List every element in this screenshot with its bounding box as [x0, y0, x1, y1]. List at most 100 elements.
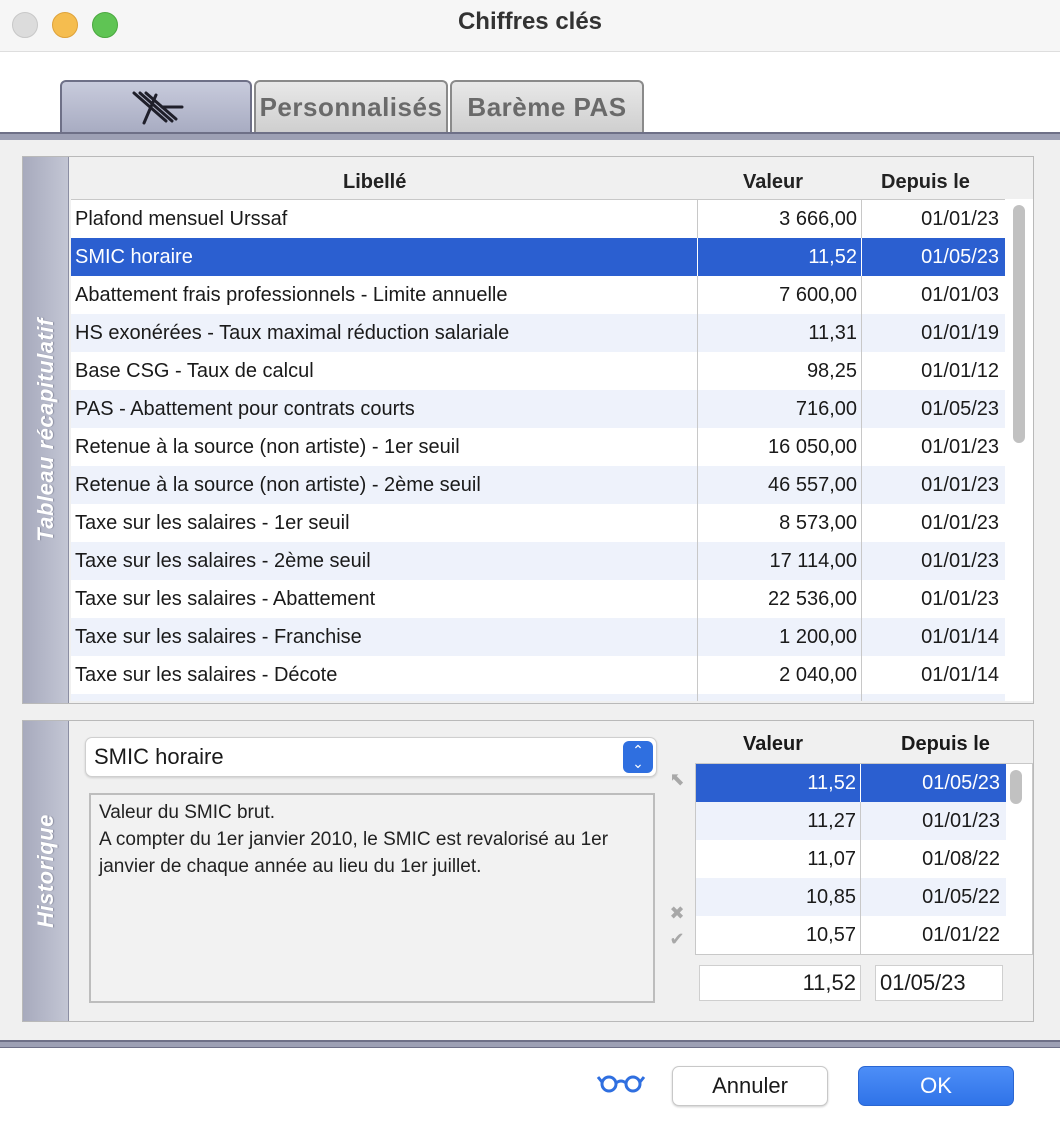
- row-libelle: Abattement frais professionnels - Limite…: [75, 284, 508, 306]
- main-panel: Tableau récapitulatif Libellé Valeur Dep…: [0, 140, 1060, 1046]
- history-row[interactable]: 11,52 01/05/23: [696, 764, 1006, 802]
- row-depuis: 01/01/19: [861, 314, 1005, 352]
- arrow-up-left-icon[interactable]: ⬉: [667, 769, 687, 789]
- table-row[interactable]: Taxe sur les salaires - 2ème seuil 17 114…: [71, 542, 1005, 580]
- history-row-depuis: 01/05/22: [860, 878, 1004, 916]
- tab-bareme-pas[interactable]: Barème PAS: [450, 80, 644, 132]
- row-valeur: 11,31: [697, 314, 861, 352]
- row-libelle: Base CSG - Taux de calcul: [75, 360, 314, 382]
- table-row[interactable]: SMIC horaire 11,52 01/05/23: [71, 238, 1005, 276]
- footer-bar: Annuler OK: [0, 1048, 1060, 1126]
- window-title: Chiffres clés: [457, 8, 603, 35]
- row-libelle: Retenue à la source (non artiste) - 1er …: [75, 436, 460, 458]
- row-depuis: 01/05/23: [861, 238, 1005, 276]
- glasses-icon[interactable]: [596, 1068, 646, 1098]
- history-group: Historique SMIC horaire ⌃ ⌄ Valeur du SMI…: [22, 720, 1034, 1022]
- table-row[interactable]: Abattement frais professionnels - Limite…: [71, 276, 1005, 314]
- row-libelle: Taxe sur les salaires - Abattement: [75, 588, 376, 610]
- row-libelle: Taxe sur les salaires - Décote: [75, 664, 338, 686]
- history-section-label: Historique: [23, 721, 69, 1021]
- chevron-updown-icon[interactable]: ⌃ ⌄: [623, 741, 653, 773]
- row-depuis: 01/01/23: [861, 542, 1005, 580]
- summary-group: Tableau récapitulatif Libellé Valeur Dep…: [22, 156, 1034, 704]
- row-libelle: HS exonérées - Taux maximal réduction sa…: [75, 322, 510, 344]
- row-depuis: 01/05/23: [861, 390, 1005, 428]
- row-valeur: 22 536,00: [697, 580, 861, 618]
- cancel-button[interactable]: Annuler: [672, 1066, 828, 1106]
- row-valeur: 98,25: [697, 352, 861, 390]
- beach-chair-icon: [132, 91, 184, 125]
- row-libelle: Plafond mensuel Urssaf: [75, 208, 288, 230]
- history-row[interactable]: 10,85 01/05/22: [696, 878, 1006, 916]
- history-row-depuis: 01/01/22: [860, 916, 1004, 954]
- table-row[interactable]: HS exonérées - Taux maximal réduction sa…: [71, 314, 1005, 352]
- history-row[interactable]: 10,57 01/01/22: [696, 916, 1006, 954]
- history-row-depuis: 01/05/23: [860, 764, 1004, 802]
- table-row[interactable]: Taxe sur les salaires - Décote 2 040,00 01…: [71, 656, 1005, 694]
- history-row-valeur: 11,07: [807, 848, 856, 870]
- row-valeur: 11,52: [697, 238, 861, 276]
- empty-cell: [861, 694, 1005, 701]
- row-valeur: 1 200,00: [697, 618, 861, 656]
- table-row[interactable]: PAS - Abattement pour contrats courts 716…: [71, 390, 1005, 428]
- row-libelle: PAS - Abattement pour contrats courts: [75, 398, 415, 420]
- history-col-valeur-header[interactable]: Valeur: [743, 733, 803, 756]
- row-valeur: 7 600,00: [697, 276, 861, 314]
- row-valeur: 716,00: [697, 390, 861, 428]
- ok-button[interactable]: OK: [858, 1066, 1014, 1106]
- col-libelle-header[interactable]: Libellé: [343, 171, 406, 194]
- summary-scroll-thumb[interactable]: [1013, 205, 1025, 443]
- row-valeur: 8 573,00: [697, 504, 861, 542]
- col-valeur-header[interactable]: Valeur: [743, 171, 803, 194]
- row-libelle: Taxe sur les salaires - Franchise: [75, 626, 362, 648]
- history-row[interactable]: 11,27 01/01/23: [696, 802, 1006, 840]
- table-row[interactable]: Base CSG - Taux de calcul 98,25 01/01/12: [71, 352, 1005, 390]
- row-libelle: Taxe sur les salaires - 2ème seuil: [75, 550, 371, 572]
- row-depuis: 01/01/12: [861, 352, 1005, 390]
- row-valeur: 3 666,00: [697, 200, 861, 238]
- row-libelle: Taxe sur les salaires - 1er seuil: [75, 512, 350, 534]
- row-valeur: 16 050,00: [697, 428, 861, 466]
- tab-general[interactable]: [60, 80, 252, 132]
- summary-scrollbar[interactable]: [1005, 199, 1033, 701]
- history-date-field[interactable]: 01/05/23: [875, 965, 1003, 1001]
- history-item-select[interactable]: SMIC horaire ⌃ ⌄: [85, 737, 657, 777]
- table-row[interactable]: Retenue à la source (non artiste) - 2ème…: [71, 466, 1005, 504]
- history-scroll-thumb[interactable]: [1010, 770, 1022, 804]
- empty-cell: [697, 694, 861, 701]
- summary-table-header: Libellé Valeur Depuis le: [71, 161, 1029, 203]
- history-section-label-text: Historique: [32, 814, 58, 928]
- history-value-field[interactable]: 11,52: [699, 965, 861, 1001]
- row-depuis: 01/01/23: [861, 428, 1005, 466]
- row-depuis: 01/01/23: [861, 200, 1005, 238]
- table-row[interactable]: Taxe sur les salaires - Franchise 1 200,0…: [71, 618, 1005, 656]
- summary-section-label-text: Tableau récapitulatif: [32, 318, 58, 542]
- history-row-valeur: 10,85: [805, 886, 856, 908]
- table-row[interactable]: Plafond mensuel Urssaf 3 666,00 01/01/23: [71, 200, 1005, 238]
- row-depuis: 01/01/14: [861, 618, 1005, 656]
- history-row-valeur: 11,27: [807, 810, 856, 832]
- table-row[interactable]: Taxe sur les salaires - Abattement 22 536…: [71, 580, 1005, 618]
- col-depuis-header[interactable]: Depuis le: [881, 171, 970, 194]
- row-depuis: 01/01/03: [861, 276, 1005, 314]
- delete-x-icon[interactable]: ✖: [667, 903, 687, 923]
- row-depuis: 01/01/23: [861, 580, 1005, 618]
- history-row-valeur: 11,52: [807, 772, 856, 794]
- history-description[interactable]: Valeur du SMIC brut. A compter du 1er ja…: [89, 793, 655, 1003]
- history-row-depuis: 01/08/22: [860, 840, 1004, 878]
- history-row[interactable]: 11,07 01/08/22: [696, 840, 1006, 878]
- summary-table[interactable]: Plafond mensuel Urssaf 3 666,00 01/01/23 SM…: [71, 199, 1007, 701]
- tab-personnalises[interactable]: Personnalisés: [254, 80, 448, 132]
- row-valeur: 17 114,00: [697, 542, 861, 580]
- row-valeur: 46 557,00: [697, 466, 861, 504]
- table-row[interactable]: Taxe sur les salaires - 1er seuil 8 573,0…: [71, 504, 1005, 542]
- row-depuis: 01/01/23: [861, 466, 1005, 504]
- history-row-valeur: 10,57: [805, 924, 856, 946]
- history-col-depuis-header[interactable]: Depuis le: [901, 733, 990, 756]
- history-item-select-value: SMIC horaire: [94, 744, 224, 769]
- checkmark-icon[interactable]: ✔: [667, 929, 687, 949]
- table-row[interactable]: Retenue à la source (non artiste) - 1er …: [71, 428, 1005, 466]
- summary-section-label: Tableau récapitulatif: [23, 157, 69, 703]
- history-table[interactable]: 10,57 01/01/22 10,85 01/05/22 11,07 01/08/22 1…: [695, 763, 1033, 955]
- table-row-empty: [71, 694, 1005, 701]
